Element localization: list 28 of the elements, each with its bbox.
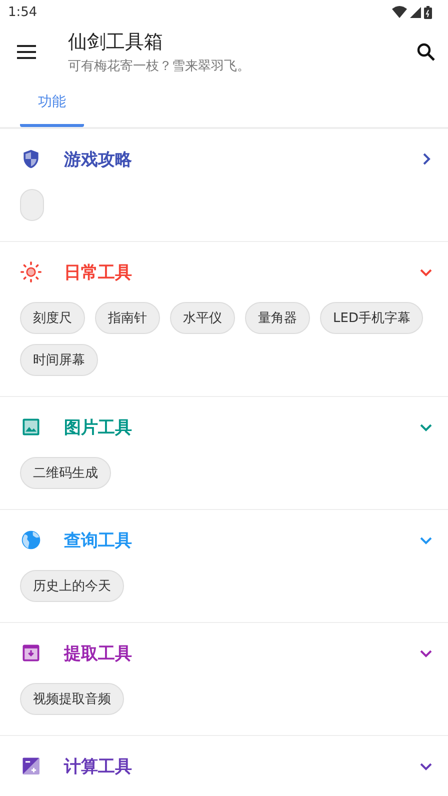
- status-time: 1:54: [8, 4, 38, 20]
- app-subtitle: 可有梅花寄一枝？雪来翠羽飞。: [68, 58, 251, 75]
- tool-chip[interactable]: 时间屏幕: [20, 344, 98, 376]
- app-title: 仙剑工具箱: [68, 30, 164, 55]
- calculator-icon: [20, 755, 42, 777]
- tool-chip[interactable]: LED手机字幕: [320, 302, 424, 334]
- wifi-icon: [392, 6, 407, 18]
- tool-chip[interactable]: 量角器: [245, 302, 310, 334]
- tool-chip[interactable]: 刻度尺: [20, 302, 85, 334]
- section-title[interactable]: 游戏攻略: [64, 148, 418, 170]
- tool-chip[interactable]: 指南针: [95, 302, 160, 334]
- tab[interactable]: 功能: [20, 80, 84, 127]
- battery-icon: [424, 6, 432, 18]
- section-title[interactable]: 日常工具: [64, 260, 418, 284]
- section-title[interactable]: 提取工具: [64, 642, 418, 664]
- tool-chip[interactable]: 视频提取音频: [20, 683, 124, 715]
- search-icon[interactable]: [416, 42, 436, 62]
- menu-icon[interactable]: [16, 44, 38, 60]
- tool-chip[interactable]: 历史上的今天: [20, 570, 124, 602]
- tool-chip[interactable]: 二维码生成: [20, 457, 111, 489]
- section-title[interactable]: 计算工具: [64, 754, 418, 778]
- section-title[interactable]: 图片工具: [64, 416, 418, 438]
- archive-icon: [20, 642, 42, 664]
- signal-icon: [410, 6, 421, 18]
- tool-chip[interactable]: 水平仪: [170, 302, 235, 334]
- image-icon: [20, 416, 42, 438]
- globe-icon: [20, 529, 42, 551]
- sun-icon: [20, 261, 42, 283]
